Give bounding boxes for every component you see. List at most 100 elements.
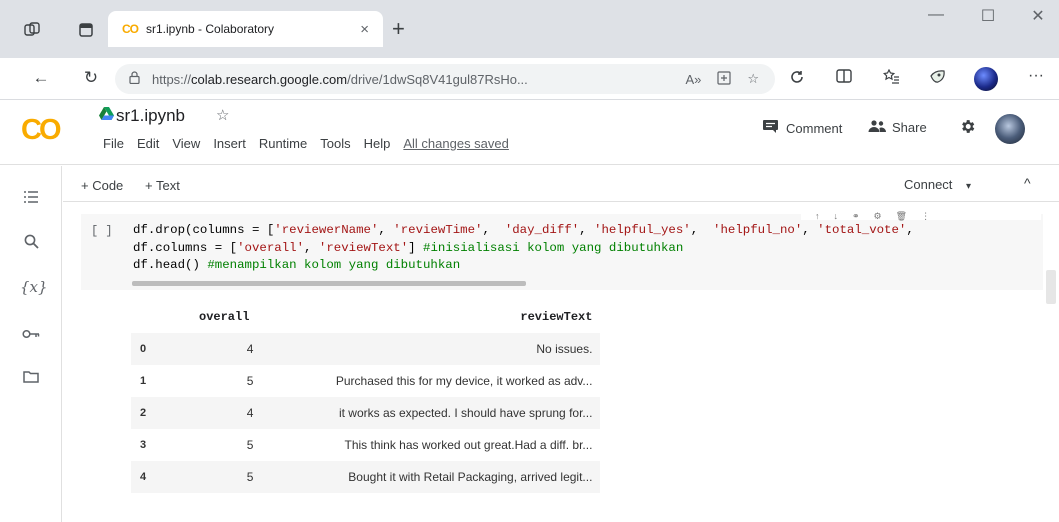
code-editor[interactable]: df.drop(columns = ['reviewerName', 'revi… xyxy=(133,222,914,275)
overall-cell: 5 xyxy=(246,438,254,452)
secrets-key-icon[interactable] xyxy=(20,326,42,344)
overall-cell: 5 xyxy=(246,470,254,484)
code-string-token: 'total_vote' xyxy=(817,223,907,237)
connect-runtime-button[interactable]: Connect ▾ xyxy=(904,177,971,192)
code-string-token: 'helpful_yes' xyxy=(594,223,691,237)
minimize-window-button[interactable]: — xyxy=(921,6,951,24)
new-tab-button[interactable]: + xyxy=(392,18,405,40)
menu-help[interactable]: Help xyxy=(364,136,391,151)
move-down-icon[interactable]: ↓ xyxy=(834,211,839,221)
extension-icon[interactable] xyxy=(926,69,948,89)
menu-tools[interactable]: Tools xyxy=(320,136,350,151)
connect-dropdown-caret-icon[interactable]: ▾ xyxy=(966,181,971,192)
table-row: 2 4 it works as expected. I should have sp… xyxy=(131,397,601,429)
menu-file[interactable]: File xyxy=(103,136,124,151)
cell-toolbar: ↑ ↓ ⚭ ⚙ 🗑 ⋮ xyxy=(801,206,1041,222)
read-aloud-icon[interactable]: A» xyxy=(685,72,701,87)
favorites-icon[interactable] xyxy=(880,68,902,89)
code-horizontal-scrollbar[interactable] xyxy=(132,281,526,286)
cell-settings-icon[interactable]: ⚙ xyxy=(874,211,882,222)
add-text-cell-button[interactable]: + Text xyxy=(145,178,180,193)
comment-label: Comment xyxy=(786,120,843,136)
move-up-icon[interactable]: ↑ xyxy=(815,211,820,221)
files-folder-icon[interactable] xyxy=(20,370,42,388)
browser-navigation-bar: ← ↻ https://colab.research.google.com/dr… xyxy=(0,58,1059,100)
delete-cell-icon[interactable]: 🗑 xyxy=(896,211,907,222)
reviewtext-cell: No issues. xyxy=(536,342,593,356)
workspaces-icon[interactable] xyxy=(22,20,42,40)
collapse-header-chevron-icon[interactable]: ^ xyxy=(1024,175,1031,191)
browser-tab-strip: CO sr1.ipynb - Colaboratory × + — ☐ ✕ xyxy=(0,0,1059,58)
save-status-link[interactable]: All changes saved xyxy=(403,136,509,151)
notebook-toolbar: + Code + Text Connect ▾ ^ xyxy=(63,166,1059,202)
table-row: 3 5 This think has worked out great.Had a … xyxy=(131,429,600,461)
favorite-star-icon[interactable]: ☆ xyxy=(747,71,759,87)
url-text[interactable]: https://colab.research.google.com/drive/… xyxy=(152,72,685,87)
dataframe-output-table: overall reviewText 0 4 No issues. 1 5 Purchas… xyxy=(131,300,601,493)
tab-close-icon[interactable]: × xyxy=(360,21,369,38)
comment-button[interactable]: Comment xyxy=(763,120,842,136)
add-code-cell-button[interactable]: + Code xyxy=(81,178,123,193)
reviewtext-cell: This think has worked out great.Had a di… xyxy=(344,438,593,452)
search-icon[interactable] xyxy=(20,234,42,254)
lock-icon[interactable] xyxy=(129,71,140,87)
settings-gear-icon[interactable] xyxy=(959,118,976,140)
table-of-contents-icon[interactable] xyxy=(20,190,42,209)
browser-profile-avatar[interactable] xyxy=(974,67,998,91)
link-icon[interactable]: ⚭ xyxy=(852,211,860,222)
google-drive-icon[interactable] xyxy=(99,107,114,123)
menu-insert[interactable]: Insert xyxy=(213,136,246,151)
code-string-token: 'reviewText' xyxy=(318,240,409,255)
comment-icon xyxy=(763,120,778,136)
overall-column-header: overall xyxy=(199,309,250,324)
code-token: , xyxy=(906,223,914,237)
url-prefix: https:// xyxy=(152,71,192,87)
code-string-token: 'day_diff' xyxy=(504,223,580,237)
colab-favicon-icon: CO xyxy=(122,22,139,36)
code-comment-token: #inisialisasi kolom yang dibutuhkan xyxy=(423,240,684,255)
code-token: df.head() xyxy=(133,258,208,272)
reload-icon[interactable]: ↻ xyxy=(80,68,102,88)
code-string-token: 'reviewerName' xyxy=(274,223,379,237)
code-string-token: 'helpful_no' xyxy=(713,223,803,237)
user-avatar[interactable] xyxy=(995,114,1025,144)
menu-runtime[interactable]: Runtime xyxy=(259,136,307,151)
run-cell-indicator[interactable]: [ ] xyxy=(91,224,113,238)
more-cell-actions-icon[interactable]: ⋮ xyxy=(921,211,930,222)
browser-tab-active[interactable]: CO sr1.ipynb - Colaboratory × xyxy=(108,11,383,47)
tab-actions-icon[interactable] xyxy=(76,20,96,40)
row-index-cell: 1 xyxy=(140,375,147,387)
back-arrow-icon[interactable]: ← xyxy=(30,68,52,88)
index-column-header xyxy=(131,300,191,333)
refresh-account-icon[interactable] xyxy=(786,69,808,90)
code-token: , xyxy=(579,223,595,237)
row-index-cell: 4 xyxy=(140,471,147,483)
menu-view[interactable]: View xyxy=(172,136,200,151)
more-menu-icon[interactable]: ··· xyxy=(1025,67,1047,85)
code-comment-token: #menampilkan kolom yang dibutuhkan xyxy=(207,258,461,272)
split-screen-icon[interactable] xyxy=(833,69,855,88)
menu-edit[interactable]: Edit xyxy=(137,136,159,151)
variables-icon[interactable]: {x} xyxy=(20,278,48,296)
maximize-window-button[interactable]: ☐ xyxy=(973,6,1003,26)
share-label: Share xyxy=(892,120,927,135)
reviewtext-cell: Purchased this for my device, it worked … xyxy=(335,374,593,388)
close-window-button[interactable]: ✕ xyxy=(1023,6,1053,26)
share-button[interactable]: Share xyxy=(868,120,927,135)
colab-logo[interactable]: CO xyxy=(21,114,61,147)
menu-bar: File Edit View Insert Runtime Tools Help… xyxy=(103,136,509,151)
code-cell[interactable]: ↑ ↓ ⚭ ⚙ 🗑 ⋮ [ ] df.drop(columns = ['reviewerN… xyxy=(81,206,1043,290)
table-row: 4 5 Bought it with Retail Packaging, arriv… xyxy=(131,461,601,493)
address-bar[interactable]: https://colab.research.google.com/drive/… xyxy=(115,64,775,94)
star-notebook-icon[interactable]: ☆ xyxy=(216,106,229,124)
code-token: , xyxy=(690,223,714,237)
left-sidebar: {x} xyxy=(0,166,62,522)
reviewtext-cell: Bought it with Retail Packaging, arrived… xyxy=(348,470,593,484)
url-host: colab.research.google.com xyxy=(191,71,348,87)
code-string-token: 'reviewTime' xyxy=(393,223,483,237)
code-line: df.drop(columns = ['reviewerName', 'revi… xyxy=(133,222,914,240)
notebook-title[interactable]: sr1.ipynb xyxy=(116,106,185,126)
connect-label: Connect xyxy=(904,177,953,192)
app-available-icon[interactable] xyxy=(717,70,731,88)
notebook-vertical-scrollbar[interactable] xyxy=(1046,270,1056,304)
